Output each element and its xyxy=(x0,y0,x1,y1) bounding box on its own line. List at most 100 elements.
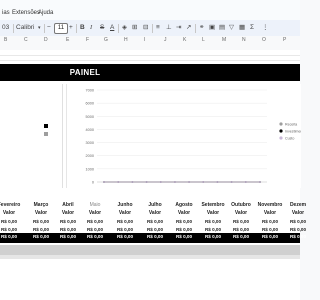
text-rotation-icon[interactable]: ↗ xyxy=(186,24,191,32)
bold-button[interactable]: B xyxy=(80,24,85,32)
total-value-cell: R$ 0,00 xyxy=(232,234,250,239)
align-left-icon[interactable]: ≡ xyxy=(156,24,160,32)
borders-icon[interactable]: ⊞ xyxy=(132,24,137,32)
toolbar: 03 Calibri ▾ − 11 + B I S A ◈ ⊞ ⊟ ≡ ⊥ ⇥ … xyxy=(0,20,300,36)
menu-item-ferramentas[interactable]: ias xyxy=(2,10,10,16)
vertical-align-icon[interactable]: ⊥ xyxy=(166,24,172,32)
total-value-cell: R$ 0,00 xyxy=(0,234,18,239)
month-header-row: Fevereiro Março Abril Maio Junho Julho Agosto S… xyxy=(0,201,306,209)
valor-header-row: Valor Valor Valor Valor Valor Valor Valor Valor… xyxy=(0,209,304,217)
y-tick-label: 5000 xyxy=(86,115,94,119)
valor-header: Valor xyxy=(88,210,102,216)
valor-header: Valor xyxy=(234,210,248,216)
strikethrough-button[interactable]: S xyxy=(100,24,104,32)
text-wrap-icon[interactable]: ⇥ xyxy=(176,24,181,32)
column-header-c[interactable]: C xyxy=(24,37,28,43)
comment-icon[interactable]: ▣ xyxy=(209,24,215,32)
month-header: Fevereiro xyxy=(0,202,21,208)
toolbar-divider xyxy=(13,24,14,33)
valor-header: Valor xyxy=(206,210,220,216)
fill-color-icon[interactable]: ◈ xyxy=(122,24,127,32)
toolbar-divider xyxy=(152,24,153,33)
zoom-select[interactable]: 03 xyxy=(2,24,9,32)
menu-bar: ias Extensões Ajuda xyxy=(0,0,300,20)
total-row: R$ 0,00 R$ 0,00 R$ 0,00 R$ 0,00 R$ 0,00 R$ 0,… xyxy=(0,233,306,243)
month-header: Abril xyxy=(62,202,74,208)
gray-band xyxy=(0,245,300,255)
chart-icon[interactable]: ▤ xyxy=(219,24,225,32)
column-header-j[interactable]: J xyxy=(164,37,167,43)
chart-canvas: 7000 6000 5000 4000 3000 2000 1000 0 Receita Inve… xyxy=(86,89,306,185)
more-options-icon[interactable]: ⋮ xyxy=(262,24,269,32)
y-tick-label: 7000 xyxy=(86,89,94,93)
toolbar-divider xyxy=(118,24,119,33)
text-color-button[interactable]: A xyxy=(110,24,114,32)
row-divider xyxy=(0,60,300,61)
month-header: Setembro xyxy=(201,202,225,208)
column-header-b[interactable]: B xyxy=(4,37,7,43)
legend-label: Custo xyxy=(285,136,294,140)
column-header-p[interactable]: P xyxy=(283,37,286,43)
column-header-k[interactable]: K xyxy=(183,37,186,43)
left-legend-box[interactable] xyxy=(0,84,63,188)
value-cell: R$ 0,00 xyxy=(86,219,104,224)
decrease-font-size-button[interactable]: − xyxy=(47,24,51,32)
panel-title: PAINEL xyxy=(69,68,101,77)
month-header: Maio xyxy=(89,202,101,208)
column-header-o[interactable]: O xyxy=(262,37,266,43)
value-cell: R$ 0,00 xyxy=(0,219,18,224)
total-value-cell: R$ 0,00 xyxy=(59,234,77,239)
legend-label: Receita xyxy=(285,122,297,126)
y-tick-label: 4000 xyxy=(86,128,94,132)
column-header-l[interactable]: L xyxy=(202,37,205,43)
value-cell: R$ 0,00 xyxy=(204,219,222,224)
valor-header: Valor xyxy=(291,210,305,216)
value-cell: R$ 0,00 xyxy=(175,219,193,224)
link-icon[interactable]: ⚭ xyxy=(199,24,204,32)
filter-views-icon[interactable]: ▦ xyxy=(239,24,245,32)
total-value-cell: R$ 0,00 xyxy=(146,234,164,239)
gray-band-light xyxy=(0,255,300,259)
line-chart[interactable]: 7000 6000 5000 4000 3000 2000 1000 0 Receita Inve… xyxy=(66,84,306,188)
column-header-i[interactable]: I xyxy=(144,37,145,43)
valor-header: Valor xyxy=(61,210,75,216)
column-header-f[interactable]: F xyxy=(86,37,89,43)
filter-icon[interactable]: ▽ xyxy=(229,24,234,32)
valor-header: Valor xyxy=(34,210,48,216)
valor-header: Valor xyxy=(263,210,277,216)
value-row: R$ 0,00 R$ 0,00 R$ 0,00 R$ 0,00 R$ 0,00 R$ 0,… xyxy=(0,218,306,226)
chevron-down-icon[interactable]: ▾ xyxy=(38,24,41,32)
menu-item-extensoes[interactable]: Extensões xyxy=(12,10,40,16)
valor-header: Valor xyxy=(148,210,162,216)
value-cell: R$ 0,00 xyxy=(261,219,279,224)
column-header-m[interactable]: M xyxy=(222,37,226,43)
menu-item-ajuda[interactable]: Ajuda xyxy=(38,10,53,16)
column-header-d[interactable]: D xyxy=(44,37,48,43)
y-tick-label: 1000 xyxy=(86,167,94,171)
column-header-e[interactable]: E xyxy=(66,37,69,43)
toolbar-divider xyxy=(76,24,77,33)
panel-header-bar: PAINEL xyxy=(0,64,300,81)
value-cell: R$ 0,00 xyxy=(146,219,164,224)
font-name-select[interactable]: Calibri xyxy=(16,24,34,32)
functions-icon[interactable]: Σ xyxy=(250,24,254,32)
column-header-h[interactable]: H xyxy=(124,37,128,43)
y-tick-label: 6000 xyxy=(86,102,94,106)
column-header-n[interactable]: N xyxy=(242,37,246,43)
valor-header: Valor xyxy=(2,210,16,216)
font-size-input[interactable]: 11 xyxy=(54,23,68,34)
merge-cells-icon[interactable]: ⊟ xyxy=(143,24,148,32)
column-headers: B C D E F G H I J K L M N O P xyxy=(0,36,300,51)
increase-font-size-button[interactable]: + xyxy=(69,24,73,32)
y-tick-label: 0 xyxy=(92,181,94,185)
total-value-cell: R$ 0,00 xyxy=(289,234,307,239)
italic-button[interactable]: I xyxy=(90,24,92,32)
toolbar-divider xyxy=(195,24,196,33)
valor-header: Valor xyxy=(118,210,132,216)
legend-swatch xyxy=(279,122,283,126)
column-header-g[interactable]: G xyxy=(104,37,108,43)
month-header: Agosto xyxy=(175,202,193,208)
value-cell: R$ 0,00 xyxy=(116,219,134,224)
legend-swatch-black xyxy=(44,124,48,128)
total-value-cell: R$ 0,00 xyxy=(204,234,222,239)
